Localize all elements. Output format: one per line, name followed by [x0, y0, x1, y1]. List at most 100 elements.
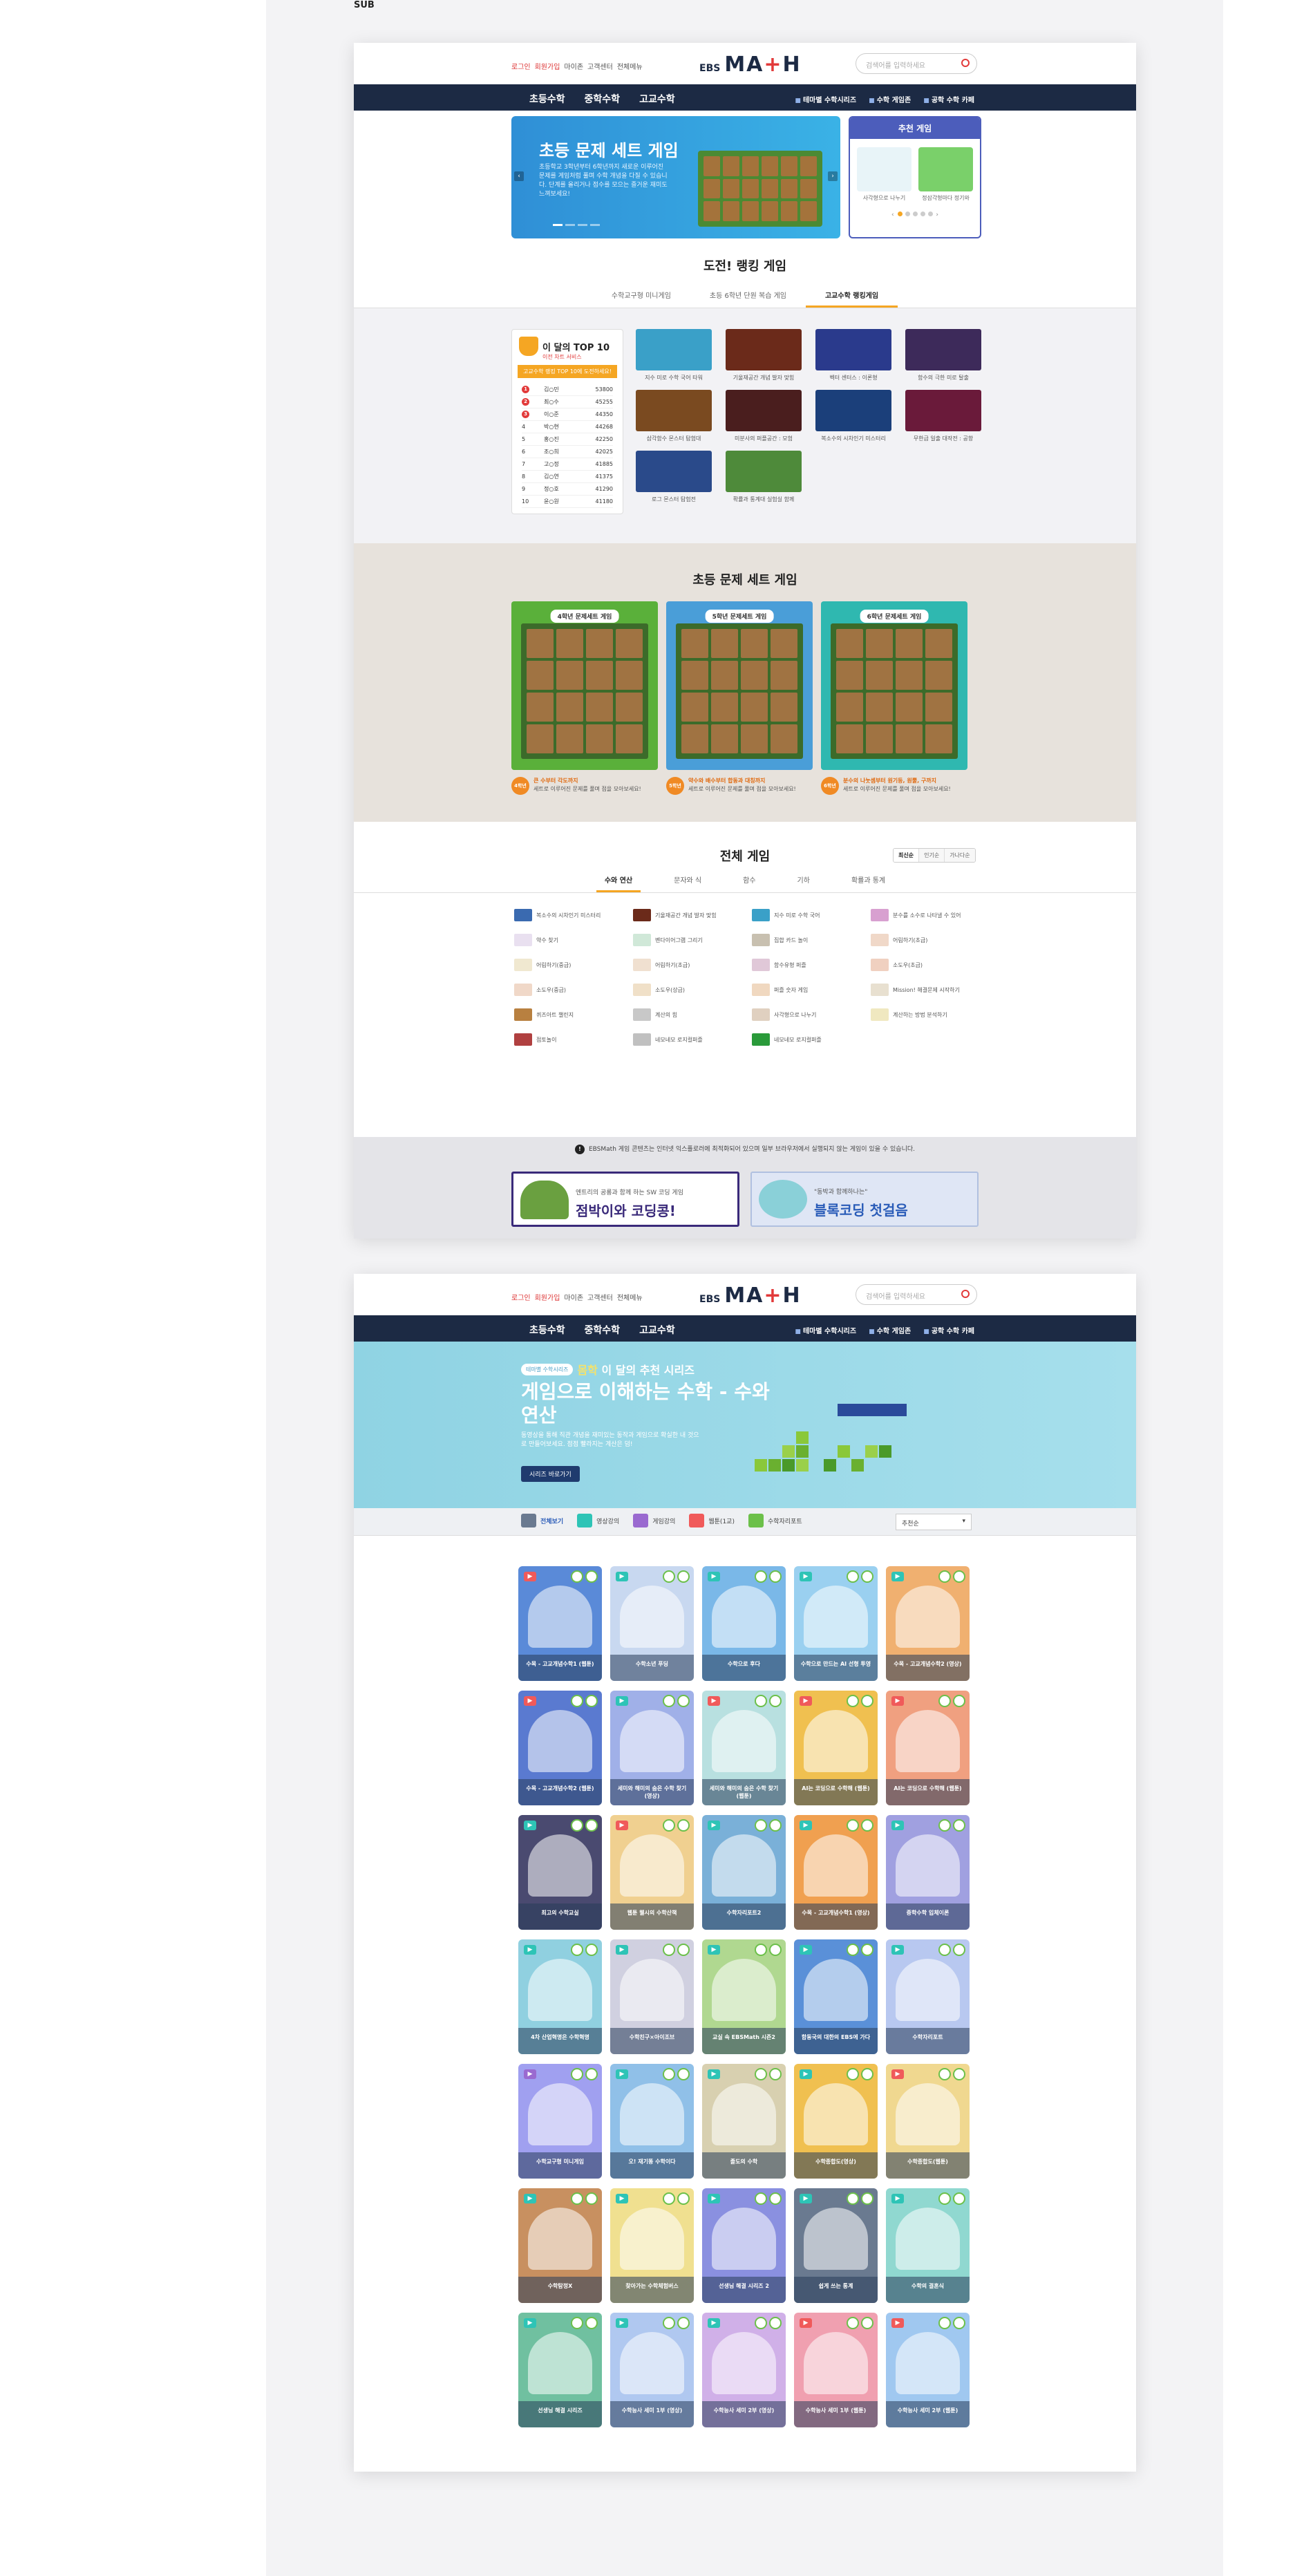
nav-cafe[interactable]: 공학 수학 카페: [923, 1315, 974, 1345]
search-input[interactable]: 검색어를 입력하세요: [856, 53, 977, 74]
series-card[interactable]: ▶ 최고의 수학교실: [518, 1815, 602, 1930]
game-list-item[interactable]: 분수를 소수로 나타낼 수 있어: [871, 906, 990, 924]
tab-numbers[interactable]: 수와 연산: [596, 869, 641, 892]
series-card[interactable]: ▶ 수학소년 푸딩: [610, 1566, 694, 1681]
tab-ranking-2[interactable]: 고교수학 랭킹게임: [805, 284, 898, 308]
nav-game-zone[interactable]: 수학 게임존: [869, 1315, 911, 1345]
series-card[interactable]: ▶ 수학종합도(웹툰): [886, 2064, 970, 2179]
ranking-game-card[interactable]: 함수의 극한 미로 탈출: [905, 329, 981, 382]
game-list-item[interactable]: 복소수의 시차인기 미스터리: [514, 906, 633, 924]
hero-next-icon[interactable]: ›: [828, 171, 838, 181]
series-card[interactable]: ▶ 수학능사 세미 1부 (영상): [610, 2313, 694, 2427]
game-list-item[interactable]: 퍼즐 숫자 게임: [752, 981, 871, 999]
nav-elementary[interactable]: 초등수학: [520, 1315, 575, 1344]
tab-ranking-1[interactable]: 초등 6학년 단원 복습 게임: [690, 284, 806, 308]
set-card[interactable]: 4학년 문제세트 게임 4학년 큰 수부터 각도까지 세트로 이루어진 문제를 풀며 …: [511, 601, 658, 795]
game-list-item[interactable]: 어림하기(중급): [514, 956, 633, 974]
nav-cafe[interactable]: 공학 수학 카페: [923, 84, 974, 114]
series-card[interactable]: ▶ 세미와 해미의 숨은 수학 찾기 (웹툰): [702, 1691, 786, 1805]
series-card[interactable]: ▶ 수학종합도(영상): [794, 2064, 878, 2179]
series-card[interactable]: ▶ 수학자리포트: [886, 1939, 970, 2054]
game-list-item[interactable]: 소도우(중급): [514, 981, 633, 999]
sort-alpha[interactable]: 가나다순: [944, 849, 975, 862]
coding-banner-2[interactable]: "동박과 함께하나는" 블록코딩 첫걸음: [750, 1172, 979, 1227]
series-card[interactable]: ▶ 수학능사 세미 2부 (웹툰): [886, 2313, 970, 2427]
ranking-game-card[interactable]: 지수 미로 수학 국어 타워: [636, 329, 712, 382]
search-input[interactable]: 검색어를 입력하세요: [856, 1284, 977, 1305]
ranking-game-card[interactable]: 삼각함수 몬스터 탐험대: [636, 390, 712, 442]
signup-link[interactable]: 회원가입: [535, 61, 560, 71]
sort-select[interactable]: 추천순: [896, 1514, 972, 1530]
series-card[interactable]: ▶ 수목 - 고교개념수학2 (영상): [886, 1566, 970, 1681]
series-card[interactable]: ▶ AI는 코딩으로 수학해 (웹툰): [886, 1691, 970, 1805]
tab-expressions[interactable]: 문자와 식: [665, 869, 710, 892]
series-card[interactable]: ▶ AI는 코딩으로 수학해 (웹툰): [794, 1691, 878, 1805]
sort-popular[interactable]: 인기순: [918, 849, 945, 862]
nav-middle[interactable]: 중학수학: [575, 1315, 630, 1344]
filter-game[interactable]: 게임강의: [633, 1514, 675, 1527]
series-card[interactable]: ▶ 졸도의 수학: [702, 2064, 786, 2179]
game-list-item[interactable]: 소도우(초급): [871, 956, 990, 974]
game-list-item[interactable]: 네모네모 로지컬퍼즐: [752, 1031, 871, 1049]
set-card[interactable]: 6학년 문제세트 게임 6학년 분수의 나눗셈부터 원기둥, 원뿔, 구까지 세트로 …: [821, 601, 967, 795]
series-card[interactable]: ▶ 수학교구형 미니게임: [518, 2064, 602, 2179]
logo[interactable]: EBS MA+H: [699, 53, 802, 77]
series-card[interactable]: ▶ 함동국의 대한의 EBS에 가다: [794, 1939, 878, 2054]
nav-game-zone[interactable]: 수학 게임존: [869, 84, 911, 114]
sort-latest[interactable]: 최신순: [894, 849, 919, 862]
game-list-item[interactable]: 어림하기(초급): [871, 931, 990, 949]
series-card[interactable]: ▶ 수학자리포트2: [702, 1815, 786, 1930]
ranking-game-card[interactable]: 확률과 통계대 실험실 함께: [726, 451, 802, 503]
coding-banner-1[interactable]: 엔트리의 공룡과 함께 하는 SW 코딩 게임 점박이와 코딩콩!: [511, 1172, 739, 1227]
game-list-item[interactable]: 약수 찾기: [514, 931, 633, 949]
reco-item[interactable]: 사각형으로 나누기: [857, 147, 911, 202]
ranking-game-card[interactable]: 기울재공간 개념 발자 맞힘: [726, 329, 802, 382]
hero-pagination[interactable]: [553, 224, 600, 226]
series-card[interactable]: ▶ 수학친구×아이조브: [610, 1939, 694, 2054]
nav-high[interactable]: 고교수학: [630, 84, 685, 113]
series-card[interactable]: ▶ 교실 속 EBSMath 시즌2: [702, 1939, 786, 2054]
ranking-game-card[interactable]: 미분사의 퍼플공간 : 모험: [726, 390, 802, 442]
series-card[interactable]: ▶ 수학의 결혼식: [886, 2188, 970, 2303]
set-card[interactable]: 5학년 문제세트 게임 5학년 약수와 배수부터 합동과 대칭까지 세트로 이루어진 …: [666, 601, 813, 795]
game-list-item[interactable]: 계산하는 방법 분석하기: [871, 1006, 990, 1024]
hero-banner[interactable]: 초등 문제 세트 게임 초등학교 3학년부터 6학년까지 새로운 이루어진 문제…: [511, 116, 840, 238]
tab-probability[interactable]: 확률과 통계: [843, 869, 894, 892]
series-card[interactable]: ▶ 수학능사 세미 2부 (영상): [702, 2313, 786, 2427]
nav-elementary[interactable]: 초등수학: [520, 84, 575, 113]
logo[interactable]: EBS MA+H: [699, 1284, 802, 1308]
hero-prev-icon[interactable]: ‹: [514, 171, 524, 181]
ranking-game-card[interactable]: 무한급 일출 대작전 : 공항: [905, 390, 981, 442]
game-list-item[interactable]: 소도우(상급): [633, 981, 752, 999]
series-card[interactable]: ▶ 수목 - 고교개념수학1 (웹툰): [518, 1566, 602, 1681]
game-list-item[interactable]: Mission! 해결문제 시작하기: [871, 981, 990, 999]
series-card[interactable]: ▶ 수목 - 고교개념수학1 (영상): [794, 1815, 878, 1930]
reco-pagination[interactable]: ‹ ›: [850, 211, 980, 218]
filter-webtoon[interactable]: 웹툰(1교): [689, 1514, 735, 1527]
ranking-game-card[interactable]: 로그 몬스터 탐험전: [636, 451, 712, 503]
nav-theme-series[interactable]: 테마별 수학시리즈: [795, 84, 856, 114]
series-card[interactable]: ▶ 수학으로 만드는 AI 선형 투영: [794, 1566, 878, 1681]
game-list-item[interactable]: 퀴즈아트 챌린지: [514, 1006, 633, 1024]
series-card[interactable]: ▶ 중학수학 입체이론: [886, 1815, 970, 1930]
myzone-link[interactable]: 마이존: [564, 1292, 583, 1302]
series-card[interactable]: ▶ 찾아가는 수학체험버스: [610, 2188, 694, 2303]
game-list-item[interactable]: 집합 카드 놀이: [752, 931, 871, 949]
filter-report[interactable]: 수학자리포트: [748, 1514, 802, 1527]
allmenu-link[interactable]: 전체메뉴: [617, 1292, 643, 1302]
nav-middle[interactable]: 중학수학: [575, 84, 630, 113]
game-list-item[interactable]: 기울재공간 개념 발자 맞힘: [633, 906, 752, 924]
game-list-item[interactable]: 함수유형 퍼즐: [752, 956, 871, 974]
reco-item[interactable]: 정삼각형마다 정기와: [918, 147, 973, 202]
series-card[interactable]: ▶ 세미와 해미의 숨은 수학 찾기 (영상): [610, 1691, 694, 1805]
signup-link[interactable]: 회원가입: [535, 1292, 560, 1302]
allmenu-link[interactable]: 전체메뉴: [617, 61, 643, 71]
search-icon[interactable]: [961, 59, 970, 67]
series-card[interactable]: ▶ 수학탐정X: [518, 2188, 602, 2303]
series-card[interactable]: ▶ 선생님 해결 시리즈 2: [702, 2188, 786, 2303]
series-card[interactable]: ▶ 웹툰 웰시의 수학산책: [610, 1815, 694, 1930]
game-list-item[interactable]: 지수 미로 수학 국어: [752, 906, 871, 924]
series-card[interactable]: ▶ 수목 - 고교개념수학2 (웹툰): [518, 1691, 602, 1805]
help-link[interactable]: 고객센터: [587, 61, 613, 71]
game-list-item[interactable]: 계산의 힘: [633, 1006, 752, 1024]
